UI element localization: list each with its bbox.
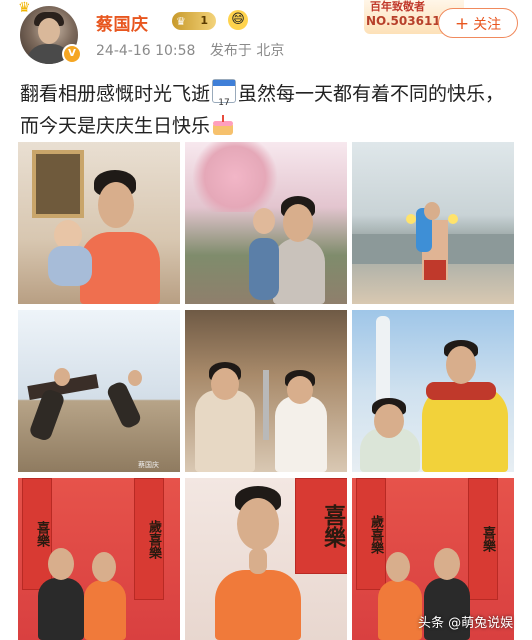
boy-shirt [378,580,422,640]
plus-icon: + [454,14,470,34]
photo-4[interactable]: 蔡国庆 [18,310,180,472]
birthday-cake-icon [212,115,234,135]
verified-badge-icon: V [62,44,82,64]
calendar-icon: 17 [212,79,237,108]
crown-icon: ♛ [18,0,31,16]
child-clothes [249,238,279,300]
photo-7[interactable]: 喜樂 歲喜樂 [18,478,180,640]
shirt [80,232,160,304]
post-header: ♛ V 蔡国庆 ♛ 1 😄 24-4-16 10:58 发布于 北京 百年致敬者… [0,0,532,70]
follow-button[interactable]: + 关注 [438,8,518,38]
couplet-2: 歲喜樂 [134,478,164,600]
photo-5[interactable] [185,310,347,472]
man-jacket [273,238,325,304]
orange-shirt [215,570,301,640]
couplet-4: 歲喜樂 [356,478,386,590]
mic-stand [263,370,269,440]
boy-shirt [84,580,126,640]
red-scarf [426,382,496,400]
fan-card-number: NO.503611 [366,14,441,28]
avatar-face [38,18,60,44]
couplet-1: 喜樂 [22,478,52,590]
photo-6[interactable] [352,310,514,472]
username[interactable]: 蔡国庆 [96,10,149,35]
post-text: 翻看相册感慨时光飞逝 17 虽然每一天都有着不同的快乐，而今天是庆庆生日快乐 [20,78,520,142]
baby-clothes [48,246,92,286]
fan-emoji-badge-icon: 😄 [228,10,248,30]
user-level-badge: ♛ 1 [172,12,216,30]
post-time: 24-4-16 10:58 [96,43,196,59]
user-level-number: 1 [200,14,208,27]
leaper-2-body [105,379,143,431]
post-source: 发布于 北京 [209,43,285,59]
blossoms [185,142,285,212]
source-watermark: 头条 @萌兔说娱 [418,616,514,631]
couplet-5: 喜樂 [468,478,498,600]
couplet-3: 喜樂 [295,478,347,574]
fan-card-title: 百年致敬者 [370,0,425,13]
calendar-month [213,80,236,86]
photo-1[interactable] [18,142,180,304]
praying-hands [249,548,267,574]
sun-ball [406,214,416,224]
man-shirt [195,390,255,472]
sun-ball-2 [448,214,458,224]
wall-frame [32,150,84,218]
child-shirt [275,396,327,472]
photo-3[interactable] [352,142,514,304]
follow-label: 关注 [473,17,502,33]
level-crown-icon: ♛ [176,15,186,28]
man-jacket [38,578,84,640]
photo-2[interactable] [185,142,347,304]
post-meta: 24-4-16 10:58 发布于 北京 [96,40,294,60]
photo-4-watermark: 蔡国庆 [138,461,159,469]
post-text-part1: 翻看相册感慨时光飞逝 [20,83,211,105]
shorts [424,260,446,280]
photo-8[interactable]: 喜樂 [185,478,347,640]
